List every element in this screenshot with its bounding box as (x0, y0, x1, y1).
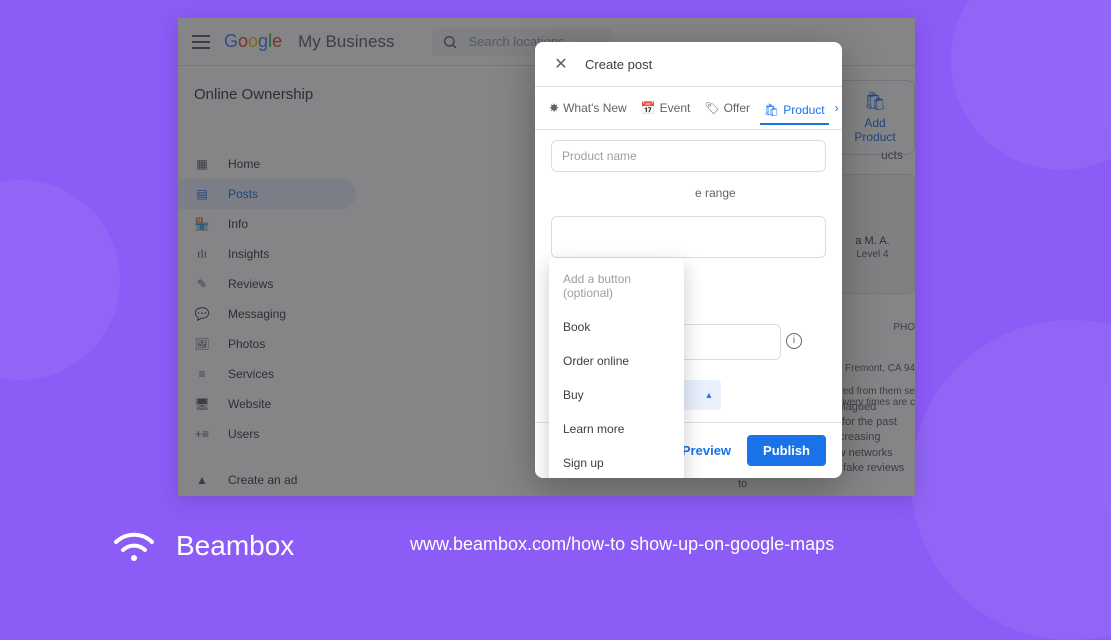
tab-event[interactable]: 📅Event (637, 97, 695, 119)
create-post-modal: ✕ Create post ✸What's New 📅Event 🏷Offer … (535, 42, 842, 478)
product-name-input[interactable]: Product name (551, 140, 826, 172)
option-sign-up[interactable]: Sign up (549, 446, 684, 478)
range-label: e range (695, 186, 736, 200)
modal-title: Create post (585, 57, 652, 72)
tab-whats-new[interactable]: ✸What's New (545, 97, 631, 119)
basket-icon: 🛍 (764, 103, 779, 117)
dropdown-header: Add a button (optional) (549, 262, 684, 310)
beambox-logo-icon (110, 522, 158, 570)
app-window: Google My Business Search locations Onli… (178, 18, 915, 496)
option-learn-more[interactable]: Learn more (549, 412, 684, 446)
option-book[interactable]: Book (549, 310, 684, 344)
button-options-dropdown: Add a button (optional) Book Order onlin… (549, 258, 684, 478)
chevron-right-icon[interactable]: › (835, 101, 839, 115)
brand-name: Beambox (176, 530, 294, 562)
info-icon[interactable]: i (786, 333, 802, 349)
brand-url: www.beambox.com/how-to show-up-on-google… (410, 534, 834, 555)
post-type-tabs: ✸What's New 📅Event 🏷Offer 🛍Product › (535, 87, 842, 130)
tag-icon: 🏷 (704, 101, 719, 115)
brand-footer: Beambox (110, 522, 294, 570)
publish-button[interactable]: Publish (747, 435, 826, 466)
option-buy[interactable]: Buy (549, 378, 684, 412)
option-order-online[interactable]: Order online (549, 344, 684, 378)
calendar-icon: 📅 (641, 101, 656, 115)
caret-up-icon: ▴ (706, 390, 711, 401)
preview-button[interactable]: Preview (682, 443, 731, 458)
tab-offer[interactable]: 🏷Offer (700, 97, 754, 119)
close-icon[interactable]: ✕ (551, 54, 571, 74)
tab-product[interactable]: 🛍Product (760, 99, 829, 125)
price-input[interactable] (551, 216, 826, 258)
sparkle-icon: ✸ (549, 101, 559, 115)
